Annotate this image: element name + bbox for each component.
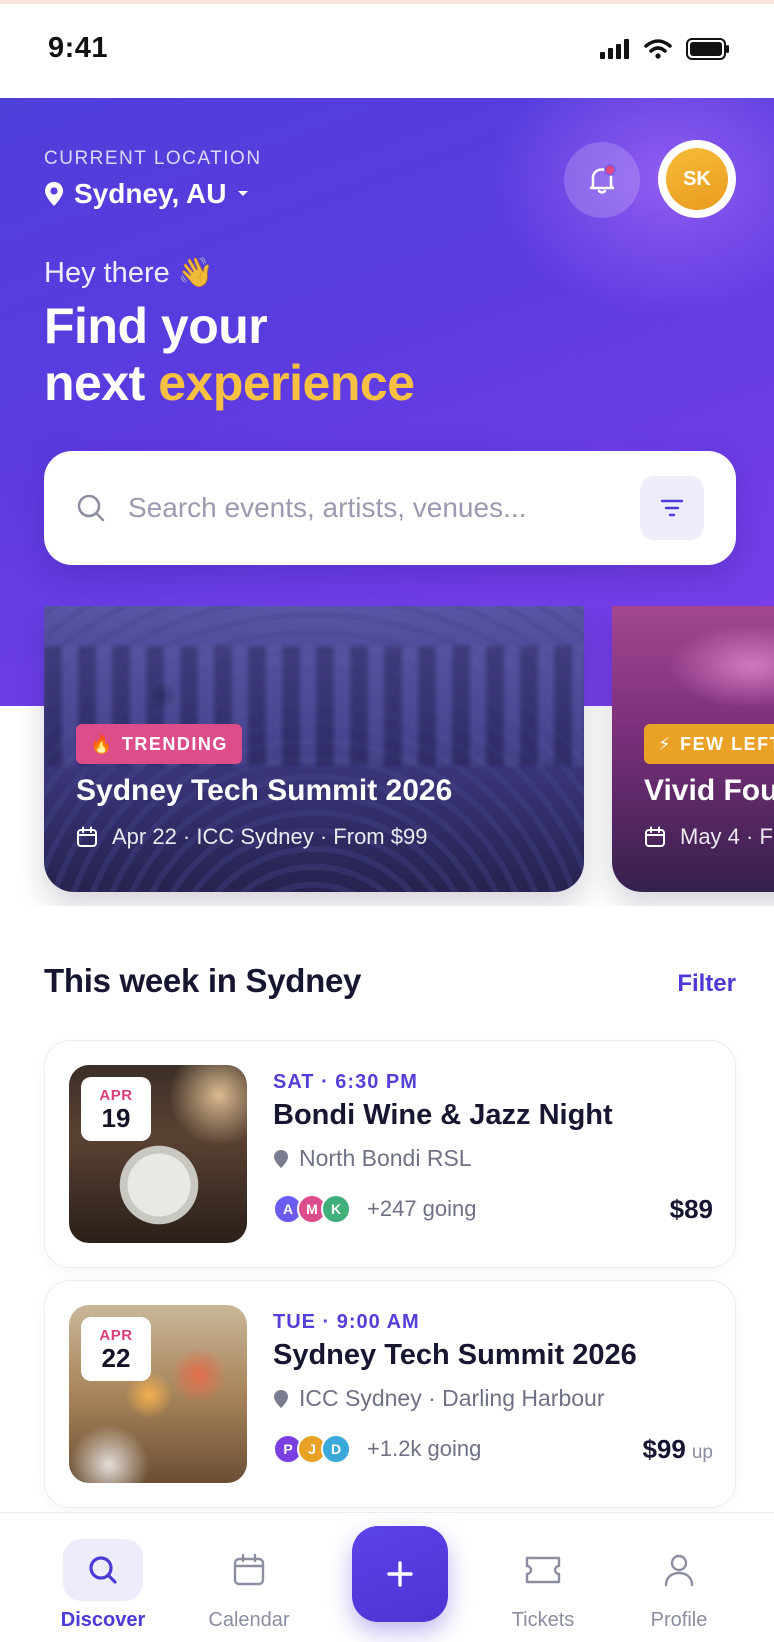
featured-meta-text: Apr 22 · ICC Sydney · From $99 bbox=[112, 824, 428, 849]
notifications-button[interactable] bbox=[564, 142, 640, 218]
calendar-icon bbox=[77, 826, 97, 847]
avatar-initials: SK bbox=[666, 148, 728, 210]
nav-icon-wrap bbox=[503, 1539, 583, 1601]
venue-label: North Bondi RSL bbox=[299, 1145, 472, 1171]
map-pin-icon bbox=[274, 1149, 288, 1168]
event-venue: North Bondi RSL bbox=[273, 1145, 472, 1172]
signal-icon bbox=[600, 39, 629, 59]
few-left-badge: ⚡ FEW LEFT bbox=[644, 724, 774, 764]
going-count: +247 going bbox=[367, 1196, 477, 1221]
plus-icon bbox=[387, 1561, 413, 1587]
user-icon bbox=[664, 1554, 694, 1587]
featured-meta-text: May 4 · F bbox=[680, 824, 773, 849]
location-selector[interactable]: Sydney, AU bbox=[44, 178, 250, 210]
headline-accent: experience bbox=[158, 355, 415, 411]
search-filter-button[interactable] bbox=[640, 476, 704, 540]
featured-meta: Apr 22 · ICC Sydney · From $99 bbox=[76, 824, 427, 850]
date-day: 22 bbox=[101, 1342, 131, 1373]
create-event-button[interactable] bbox=[352, 1526, 448, 1622]
event-time: TUE · 9:00 AM bbox=[273, 1311, 420, 1333]
price-value: $99 bbox=[642, 1433, 686, 1464]
nav-discover[interactable]: Discover bbox=[38, 1513, 168, 1642]
location-label: CURRENT LOCATION bbox=[44, 148, 262, 169]
location-value: Sydney, AU bbox=[74, 178, 227, 209]
event-card[interactable]: APR 19 SAT · 6:30 PM Bondi Wine & Jazz N… bbox=[44, 1040, 736, 1268]
attendee-avatars: A M K bbox=[273, 1194, 351, 1224]
event-image: APR 19 bbox=[69, 1065, 247, 1243]
fire-icon: 🔥 bbox=[90, 733, 114, 754]
nav-tickets[interactable]: Tickets bbox=[478, 1513, 608, 1642]
event-venue: ICC Sydney · Darling Harbour bbox=[273, 1385, 605, 1412]
section-title: This week in Sydney bbox=[44, 962, 362, 999]
headline-line-2: next experience bbox=[44, 355, 415, 412]
date-month: APR bbox=[99, 1086, 133, 1104]
search-input[interactable]: Search events, artists, venues... bbox=[128, 492, 640, 524]
profile-avatar[interactable]: SK bbox=[658, 140, 736, 218]
search-bar[interactable]: Search events, artists, venues... bbox=[44, 451, 736, 565]
price-suffix: up bbox=[691, 1441, 713, 1463]
featured-title: Vivid Fou bbox=[644, 774, 774, 807]
search-icon bbox=[77, 494, 105, 522]
status-bar: 9:41 bbox=[0, 4, 774, 98]
date-badge: APR 22 bbox=[81, 1317, 151, 1381]
featured-carousel[interactable]: 🔥 TRENDING Sydney Tech Summit 2026 Apr 2… bbox=[0, 606, 774, 906]
chevron-down-icon bbox=[238, 191, 249, 196]
calendar-icon bbox=[233, 1553, 265, 1586]
status-time: 9:41 bbox=[48, 32, 109, 64]
featured-meta: May 4 · F bbox=[644, 824, 773, 850]
nav-label: Profile bbox=[650, 1609, 708, 1631]
going-count: +1.2k going bbox=[367, 1436, 482, 1461]
attendee-avatar: D bbox=[321, 1434, 351, 1464]
nav-calendar[interactable]: Calendar bbox=[184, 1513, 314, 1642]
date-month: APR bbox=[99, 1326, 133, 1344]
featured-card[interactable]: ⚡ FEW LEFT Vivid Fou May 4 · F bbox=[612, 606, 774, 892]
event-footer: A M K +247 going $89 bbox=[273, 1191, 713, 1227]
status-icons bbox=[600, 38, 730, 60]
event-price: $99 up bbox=[642, 1434, 713, 1465]
price-value: $89 bbox=[669, 1193, 713, 1224]
headline-line-1: Find your bbox=[44, 298, 268, 354]
badge-label: TRENDING bbox=[121, 733, 228, 754]
event-title: Bondi Wine & Jazz Night bbox=[273, 1099, 613, 1131]
event-image: APR 22 bbox=[69, 1305, 247, 1483]
trending-badge: 🔥 TRENDING bbox=[76, 724, 242, 764]
event-price: $89 bbox=[670, 1194, 713, 1225]
date-badge: APR 19 bbox=[81, 1077, 151, 1141]
event-footer: P J D +1.2k going $99 up bbox=[273, 1431, 713, 1467]
map-pin-icon bbox=[274, 1389, 288, 1408]
nav-icon-wrap bbox=[63, 1539, 143, 1601]
greeting-text: Hey there 👋 bbox=[44, 257, 214, 289]
wifi-icon bbox=[644, 39, 672, 59]
headline-prefix: next bbox=[44, 355, 145, 411]
featured-title: Sydney Tech Summit 2026 bbox=[76, 774, 453, 807]
search-icon bbox=[89, 1556, 117, 1584]
lightning-icon: ⚡ bbox=[658, 733, 673, 754]
battery-icon bbox=[686, 38, 729, 60]
date-day: 19 bbox=[101, 1102, 131, 1133]
nav-icon-wrap bbox=[209, 1539, 289, 1601]
calendar-icon bbox=[645, 826, 665, 847]
nav-label: Tickets bbox=[511, 1609, 575, 1631]
badge-label: FEW LEFT bbox=[680, 733, 774, 754]
event-time: SAT · 6:30 PM bbox=[273, 1071, 418, 1093]
attendee-avatar: K bbox=[321, 1194, 351, 1224]
featured-card[interactable]: 🔥 TRENDING Sydney Tech Summit 2026 Apr 2… bbox=[44, 606, 584, 892]
event-title: Sydney Tech Summit 2026 bbox=[273, 1339, 637, 1371]
venue-label: ICC Sydney · Darling Harbour bbox=[299, 1385, 605, 1411]
bell-icon bbox=[589, 164, 616, 194]
nav-icon-wrap bbox=[639, 1539, 719, 1601]
nav-label: Calendar bbox=[208, 1609, 290, 1631]
ticket-icon bbox=[525, 1556, 561, 1584]
event-card[interactable]: APR 22 TUE · 9:00 AM Sydney Tech Summit … bbox=[44, 1280, 736, 1508]
nav-profile[interactable]: Profile bbox=[614, 1513, 744, 1642]
map-pin-icon bbox=[45, 182, 63, 206]
filter-link[interactable]: Filter bbox=[677, 970, 736, 998]
attendee-avatars: P J D bbox=[273, 1434, 351, 1464]
nav-label: Discover bbox=[60, 1609, 146, 1631]
filter-lines-icon bbox=[660, 499, 684, 517]
page-headline: Find your next experience bbox=[44, 298, 415, 412]
